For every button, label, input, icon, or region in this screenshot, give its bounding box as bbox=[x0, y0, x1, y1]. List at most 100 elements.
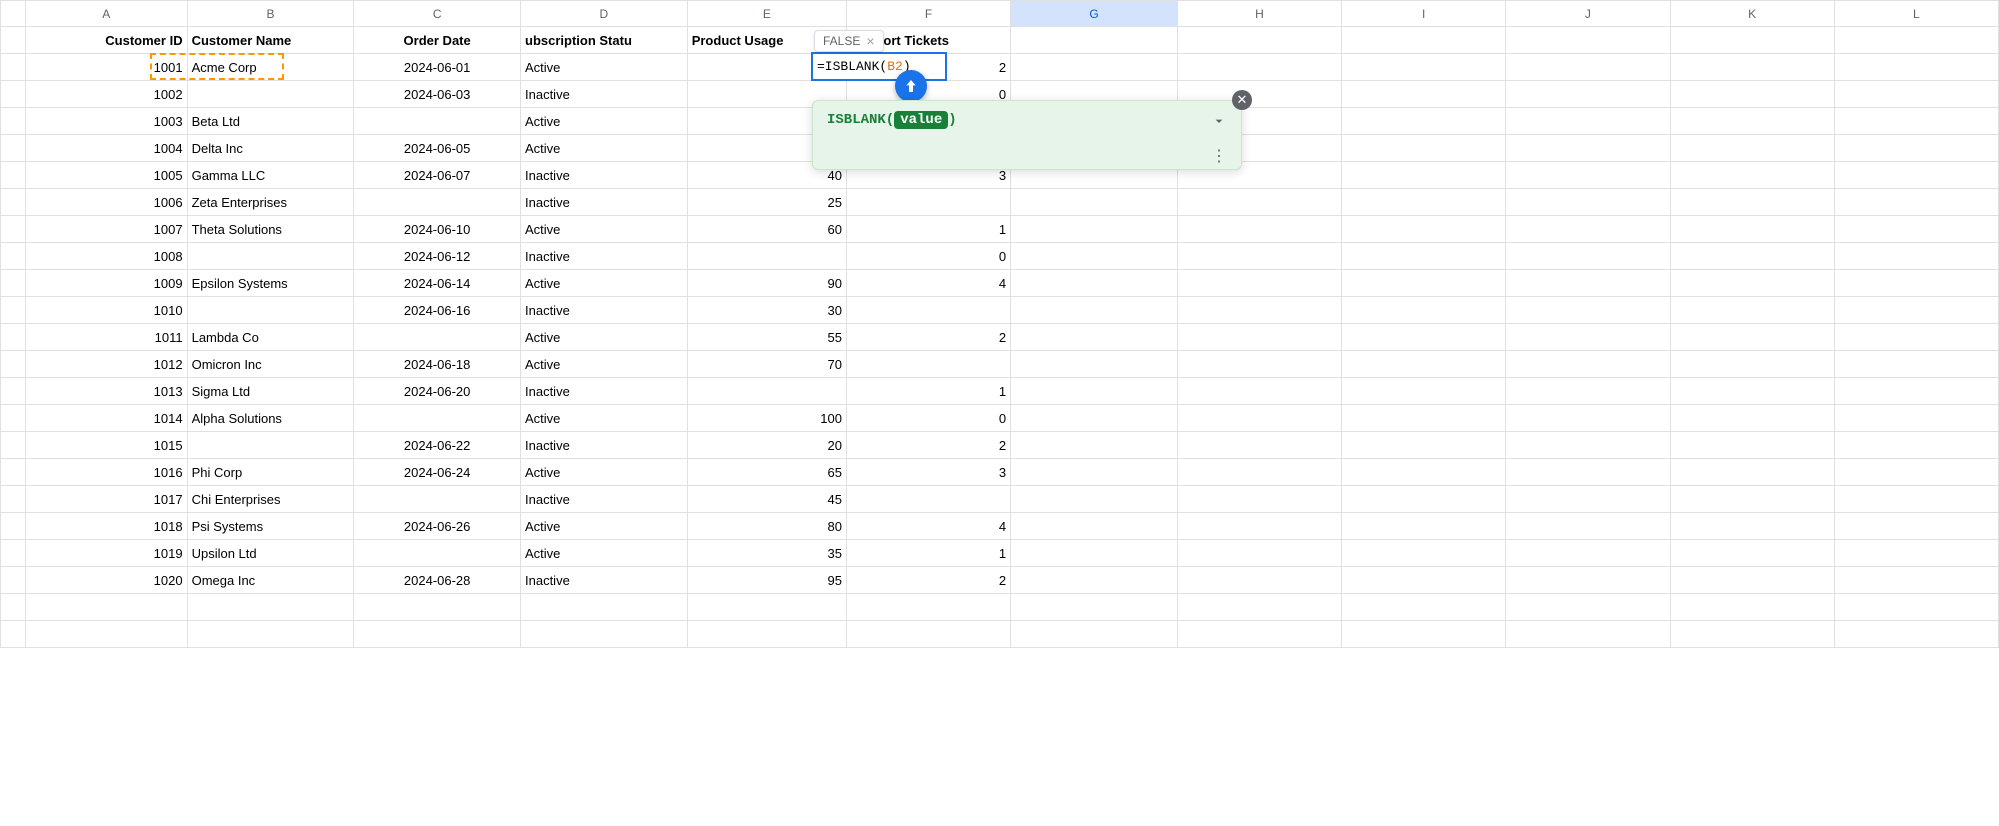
cell[interactable]: Omega Inc bbox=[187, 567, 354, 594]
cell[interactable] bbox=[1834, 216, 1998, 243]
cell[interactable]: 2024-06-12 bbox=[354, 243, 521, 270]
col-header-f[interactable]: F bbox=[846, 1, 1010, 27]
cell[interactable] bbox=[1011, 54, 1178, 81]
cell[interactable] bbox=[1011, 243, 1178, 270]
cell[interactable]: 1008 bbox=[25, 243, 187, 270]
cell[interactable] bbox=[1834, 27, 1998, 54]
cell[interactable] bbox=[1506, 270, 1670, 297]
cell[interactable] bbox=[1670, 243, 1834, 270]
cell[interactable]: 4 bbox=[846, 270, 1010, 297]
col-header-e[interactable]: E bbox=[687, 1, 846, 27]
cell[interactable]: 2024-06-18 bbox=[354, 351, 521, 378]
cell[interactable]: Theta Solutions bbox=[187, 216, 354, 243]
cell[interactable] bbox=[1834, 351, 1998, 378]
col-header-l[interactable]: L bbox=[1834, 1, 1998, 27]
cell[interactable]: Active bbox=[521, 270, 688, 297]
cell[interactable] bbox=[1506, 567, 1670, 594]
cell[interactable] bbox=[1506, 621, 1670, 648]
cell[interactable] bbox=[1506, 27, 1670, 54]
cell[interactable] bbox=[1342, 513, 1506, 540]
cell[interactable] bbox=[1506, 297, 1670, 324]
cell[interactable] bbox=[1670, 270, 1834, 297]
row-header[interactable] bbox=[1, 540, 26, 567]
cell[interactable] bbox=[1342, 378, 1506, 405]
cell[interactable] bbox=[687, 243, 846, 270]
cell[interactable]: Beta Ltd bbox=[187, 108, 354, 135]
cell[interactable] bbox=[1177, 297, 1341, 324]
cell[interactable]: 45 bbox=[687, 486, 846, 513]
cell[interactable] bbox=[1670, 189, 1834, 216]
cell[interactable]: Inactive bbox=[521, 162, 688, 189]
cell[interactable] bbox=[1177, 351, 1341, 378]
cell[interactable]: 90 bbox=[687, 270, 846, 297]
cell[interactable] bbox=[1670, 135, 1834, 162]
cell[interactable]: 2024-06-22 bbox=[354, 432, 521, 459]
cell[interactable] bbox=[187, 594, 354, 621]
cell[interactable] bbox=[1177, 432, 1341, 459]
cell[interactable] bbox=[1342, 594, 1506, 621]
autofill-handle[interactable] bbox=[895, 70, 927, 102]
cell[interactable] bbox=[1342, 621, 1506, 648]
cell[interactable]: Active bbox=[521, 216, 688, 243]
col-header-j[interactable]: J bbox=[1506, 1, 1670, 27]
cell[interactable]: 2024-06-05 bbox=[354, 135, 521, 162]
close-icon[interactable]: × bbox=[866, 33, 874, 49]
cell[interactable] bbox=[1177, 189, 1341, 216]
cell[interactable]: Active bbox=[521, 108, 688, 135]
cell[interactable] bbox=[1177, 486, 1341, 513]
cell[interactable]: Delta Inc bbox=[187, 135, 354, 162]
cell[interactable]: Alpha Solutions bbox=[187, 405, 354, 432]
col-header-k[interactable]: K bbox=[1670, 1, 1834, 27]
row-header[interactable] bbox=[1, 567, 26, 594]
select-all-corner[interactable] bbox=[1, 1, 26, 27]
cell[interactable] bbox=[1834, 513, 1998, 540]
cell[interactable]: 65 bbox=[687, 459, 846, 486]
cell[interactable] bbox=[187, 243, 354, 270]
col-header-h[interactable]: H bbox=[1177, 1, 1341, 27]
col-header-a[interactable]: A bbox=[25, 1, 187, 27]
cell[interactable]: 1009 bbox=[25, 270, 187, 297]
cell[interactable] bbox=[1342, 567, 1506, 594]
cell[interactable] bbox=[1834, 594, 1998, 621]
cell[interactable]: 1013 bbox=[25, 378, 187, 405]
cell[interactable]: 1017 bbox=[25, 486, 187, 513]
cell[interactable] bbox=[1506, 594, 1670, 621]
cell[interactable] bbox=[846, 486, 1010, 513]
cell[interactable]: 0 bbox=[846, 243, 1010, 270]
cell[interactable] bbox=[1834, 189, 1998, 216]
cell[interactable] bbox=[1506, 405, 1670, 432]
cell[interactable] bbox=[1011, 540, 1178, 567]
cell[interactable]: 1002 bbox=[25, 81, 187, 108]
cell[interactable] bbox=[1834, 486, 1998, 513]
row-header[interactable] bbox=[1, 513, 26, 540]
cell[interactable] bbox=[1834, 432, 1998, 459]
more-vert-icon[interactable]: ⋮ bbox=[1211, 155, 1227, 159]
cell[interactable] bbox=[1834, 270, 1998, 297]
cell[interactable] bbox=[846, 621, 1010, 648]
cell[interactable] bbox=[1670, 27, 1834, 54]
cell[interactable]: Psi Systems bbox=[187, 513, 354, 540]
cell[interactable] bbox=[1177, 216, 1341, 243]
cell[interactable]: 1 bbox=[846, 216, 1010, 243]
cell[interactable]: Inactive bbox=[521, 297, 688, 324]
cell[interactable]: Active bbox=[521, 459, 688, 486]
cell[interactable]: Inactive bbox=[521, 378, 688, 405]
cell[interactable] bbox=[1834, 459, 1998, 486]
cell[interactable] bbox=[1342, 486, 1506, 513]
cell[interactable] bbox=[1011, 297, 1178, 324]
cell[interactable] bbox=[1834, 378, 1998, 405]
cell[interactable]: Inactive bbox=[521, 189, 688, 216]
row-header[interactable] bbox=[1, 486, 26, 513]
row-header[interactable] bbox=[1, 405, 26, 432]
cell[interactable]: 1019 bbox=[25, 540, 187, 567]
cell[interactable] bbox=[1011, 459, 1178, 486]
cell[interactable] bbox=[1011, 324, 1178, 351]
cell[interactable]: 1004 bbox=[25, 135, 187, 162]
cell[interactable] bbox=[521, 621, 688, 648]
cell[interactable]: 2024-06-20 bbox=[354, 378, 521, 405]
cell[interactable]: 1015 bbox=[25, 432, 187, 459]
cell[interactable]: 2024-06-26 bbox=[354, 513, 521, 540]
cell[interactable]: 4 bbox=[846, 513, 1010, 540]
cell[interactable] bbox=[1342, 135, 1506, 162]
cell[interactable] bbox=[1670, 459, 1834, 486]
